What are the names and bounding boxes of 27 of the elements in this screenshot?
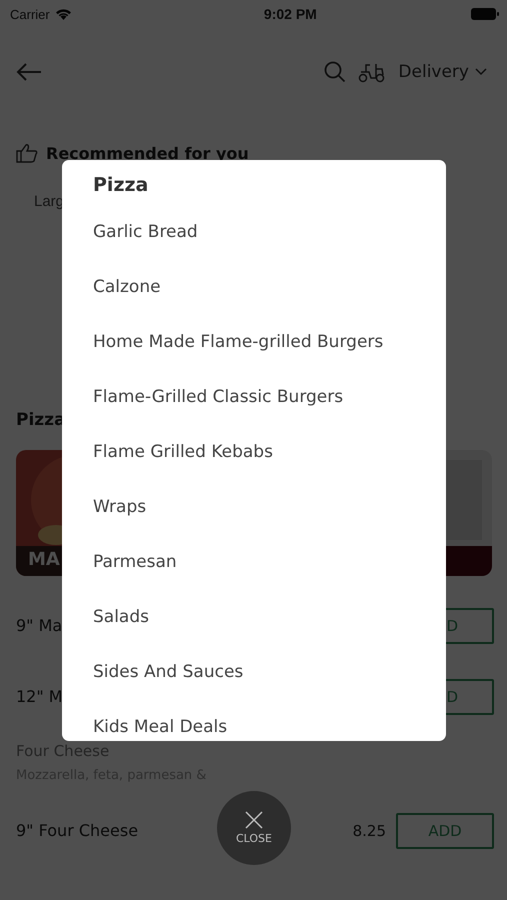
back-arrow-icon[interactable] [16, 62, 42, 82]
item-price: 8.25 [352, 822, 386, 840]
chevron-down-icon [475, 68, 487, 76]
carrier-label: Carrier [10, 6, 50, 22]
thumbs-up-icon [16, 143, 38, 163]
menu-item[interactable]: Salads [62, 589, 446, 644]
menu-item[interactable]: Calzone [62, 259, 446, 314]
menu-item[interactable]: Flame Grilled Kebabs [62, 424, 446, 479]
close-icon [245, 811, 263, 829]
menu-item[interactable]: Kids Meal Deals [62, 699, 446, 741]
menu-item[interactable]: Wraps [62, 479, 446, 534]
item-name: 9" Four Cheese [16, 821, 138, 840]
wifi-icon [54, 8, 72, 20]
card-caption: MA [28, 549, 60, 570]
scooter-icon [358, 61, 386, 83]
menu-item[interactable]: Garlic Bread [62, 204, 446, 259]
menu-item[interactable]: Sides And Sauces [62, 644, 446, 699]
menu-title: Pizza [92, 173, 150, 198]
item-name: 9" Ma [16, 616, 62, 635]
search-icon[interactable] [324, 61, 346, 83]
menu-item[interactable]: Parmesan [62, 534, 446, 589]
menu-item[interactable]: Home Made Flame-grilled Burgers [62, 314, 446, 369]
item-name: 12" M [16, 687, 63, 706]
menu-item[interactable]: Flame-Grilled Classic Burgers [62, 369, 446, 424]
status-time: 9:02 PM [264, 6, 317, 22]
battery-icon [471, 8, 499, 20]
close-button[interactable]: CLOSE [217, 791, 291, 865]
